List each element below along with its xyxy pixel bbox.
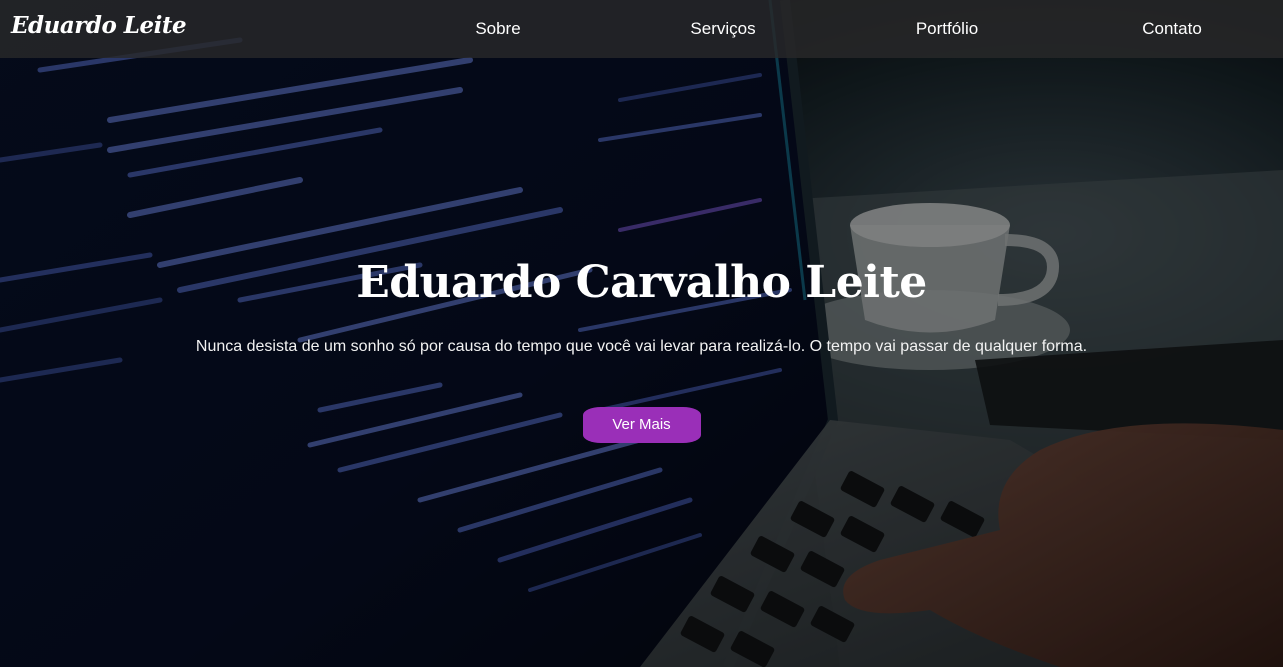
hero-section: Eduardo Leite Sobre Serviços Portfólio C… [0, 0, 1283, 667]
hero-title: Eduardo Carvalho Leite [356, 257, 927, 308]
hero-quote: Nunca desista de um sonho só por causa d… [195, 338, 1088, 355]
nav-link-portfolio[interactable]: Portfólio [916, 19, 978, 39]
nav-link-servicos[interactable]: Serviços [690, 19, 755, 39]
ver-mais-button[interactable]: Ver Mais [582, 407, 701, 443]
nav-link-sobre[interactable]: Sobre [475, 19, 520, 39]
brand-logo[interactable]: Eduardo Leite [11, 12, 187, 39]
nav-link-contato[interactable]: Contato [1142, 19, 1202, 39]
hero-content: Eduardo Carvalho Leite Nunca desista de … [0, 250, 1283, 443]
top-navbar: Eduardo Leite Sobre Serviços Portfólio C… [0, 0, 1283, 58]
